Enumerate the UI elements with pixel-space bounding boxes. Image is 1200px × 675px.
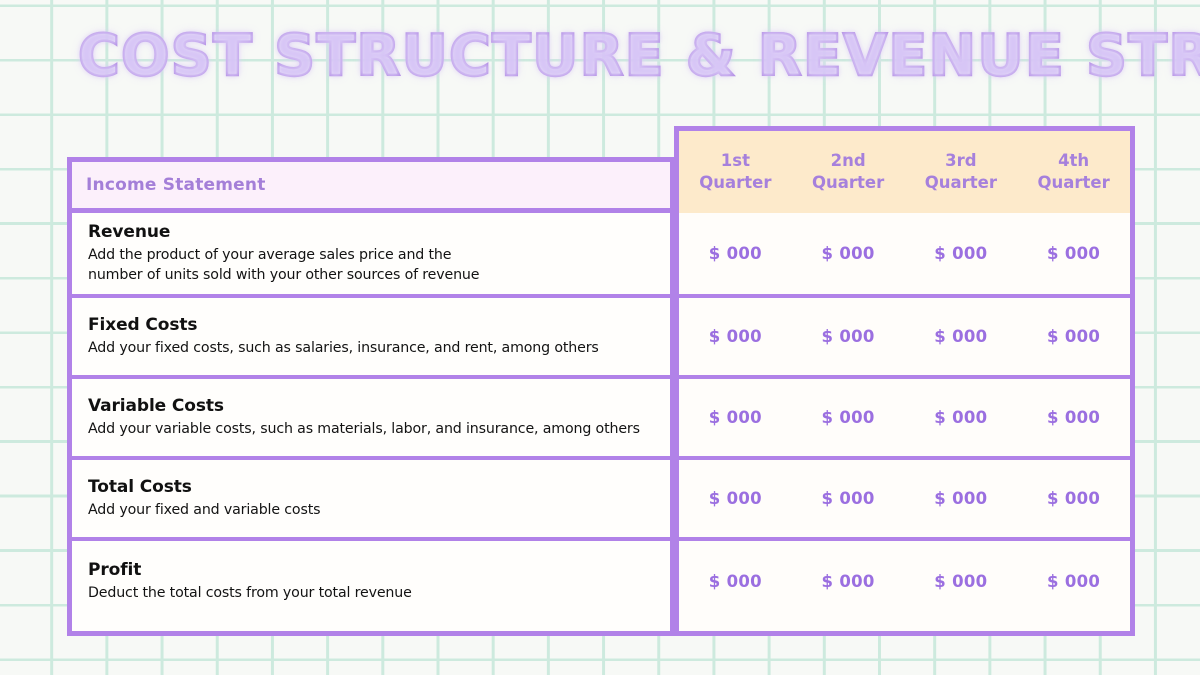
column-header-ordinal: 1st bbox=[720, 150, 750, 170]
column-header-ordinal: 2nd bbox=[830, 150, 866, 170]
value-row: $ 000 $ 000 $ 000 $ 000 bbox=[679, 298, 1130, 379]
row-name: Total Costs bbox=[88, 477, 192, 498]
income-statement-header-cell: Income Statement bbox=[67, 157, 675, 213]
value-cell[interactable]: $ 000 bbox=[1017, 379, 1130, 456]
column-header-ordinal: 3rd bbox=[945, 150, 977, 170]
table-row[interactable]: Total Costs Add your fixed and variable c… bbox=[72, 460, 670, 541]
column-header-quarter-2[interactable]: 2nd Quarter bbox=[792, 131, 905, 213]
value-cell[interactable]: $ 000 bbox=[1017, 541, 1130, 622]
row-name: Revenue bbox=[88, 222, 171, 243]
value-row: $ 000 $ 000 $ 000 $ 000 bbox=[679, 541, 1130, 622]
value-cell[interactable]: $ 000 bbox=[905, 213, 1018, 294]
slide-canvas: COST STRUCTURE & REVENUE STREAM Income S… bbox=[0, 0, 1200, 675]
row-description-line-1: Add your variable costs, such as materia… bbox=[88, 420, 640, 437]
value-cell[interactable]: $ 000 bbox=[679, 379, 792, 456]
column-header-ordinal: 4th bbox=[1058, 150, 1090, 170]
value-cell[interactable]: $ 000 bbox=[679, 298, 792, 375]
income-statement-header-label: Income Statement bbox=[86, 175, 266, 195]
page-title: COST STRUCTURE & REVENUE STREAM bbox=[77, 23, 1200, 89]
value-row: $ 000 $ 000 $ 000 $ 000 bbox=[679, 460, 1130, 541]
value-cell[interactable]: $ 000 bbox=[905, 541, 1018, 622]
quarter-header-row: 1st Quarter 2nd Quarter 3rd Quarter 4th Quarter bbox=[679, 131, 1130, 213]
value-row: $ 000 $ 000 $ 000 $ 000 bbox=[679, 379, 1130, 460]
value-cell[interactable]: $ 000 bbox=[905, 298, 1018, 375]
quarter-values-table: 1st Quarter 2nd Quarter 3rd Quarter 4th Quarter… bbox=[674, 126, 1135, 636]
row-description-line-1: Add the product of your average sales pr… bbox=[88, 246, 452, 263]
value-cell[interactable]: $ 000 bbox=[1017, 460, 1130, 537]
table-row[interactable]: Profit Deduct the total costs from your t… bbox=[72, 541, 670, 622]
value-cell[interactable]: $ 000 bbox=[905, 379, 1018, 456]
table-row[interactable]: Variable Costs Add your variable costs, s… bbox=[72, 379, 670, 460]
row-description-line-1: Deduct the total costs from your total r… bbox=[88, 584, 412, 601]
value-cell[interactable]: $ 000 bbox=[792, 379, 905, 456]
column-header-period: Quarter bbox=[924, 173, 997, 192]
value-cell[interactable]: $ 000 bbox=[792, 298, 905, 375]
income-statement-label-column: Income Statement Revenue Add the product … bbox=[67, 157, 675, 636]
value-cell[interactable]: $ 000 bbox=[679, 541, 792, 622]
column-header-quarter-1[interactable]: 1st Quarter bbox=[679, 131, 792, 213]
column-header-quarter-3[interactable]: 3rd Quarter bbox=[905, 131, 1018, 213]
value-cell[interactable]: $ 000 bbox=[1017, 213, 1130, 294]
value-cell[interactable]: $ 000 bbox=[792, 213, 905, 294]
value-row: $ 000 $ 000 $ 000 $ 000 bbox=[679, 213, 1130, 298]
value-cell[interactable]: $ 000 bbox=[792, 541, 905, 622]
column-header-period: Quarter bbox=[1037, 173, 1110, 192]
label-rows-container: Revenue Add the product of your average s… bbox=[67, 213, 675, 636]
value-cell[interactable]: $ 000 bbox=[679, 213, 792, 294]
value-cell[interactable]: $ 000 bbox=[1017, 298, 1130, 375]
column-header-period: Quarter bbox=[699, 173, 772, 192]
row-description-line-1: Add your fixed and variable costs bbox=[88, 501, 321, 518]
column-header-quarter-4[interactable]: 4th Quarter bbox=[1017, 131, 1130, 213]
table-row[interactable]: Fixed Costs Add your fixed costs, such as… bbox=[72, 298, 670, 379]
table-row[interactable]: Revenue Add the product of your average s… bbox=[72, 213, 670, 298]
value-cell[interactable]: $ 000 bbox=[792, 460, 905, 537]
row-description-line-1: Add your fixed costs, such as salaries, … bbox=[88, 339, 599, 356]
row-name: Fixed Costs bbox=[88, 315, 198, 336]
value-cell[interactable]: $ 000 bbox=[905, 460, 1018, 537]
row-name: Variable Costs bbox=[88, 396, 224, 417]
value-cell[interactable]: $ 000 bbox=[679, 460, 792, 537]
row-name: Profit bbox=[88, 560, 142, 581]
row-description-line-2: number of units sold with your other sou… bbox=[88, 267, 480, 284]
quarter-value-rows: $ 000 $ 000 $ 000 $ 000 $ 000 $ 000 $ 000 $ 000… bbox=[679, 213, 1130, 631]
column-header-period: Quarter bbox=[811, 173, 885, 192]
